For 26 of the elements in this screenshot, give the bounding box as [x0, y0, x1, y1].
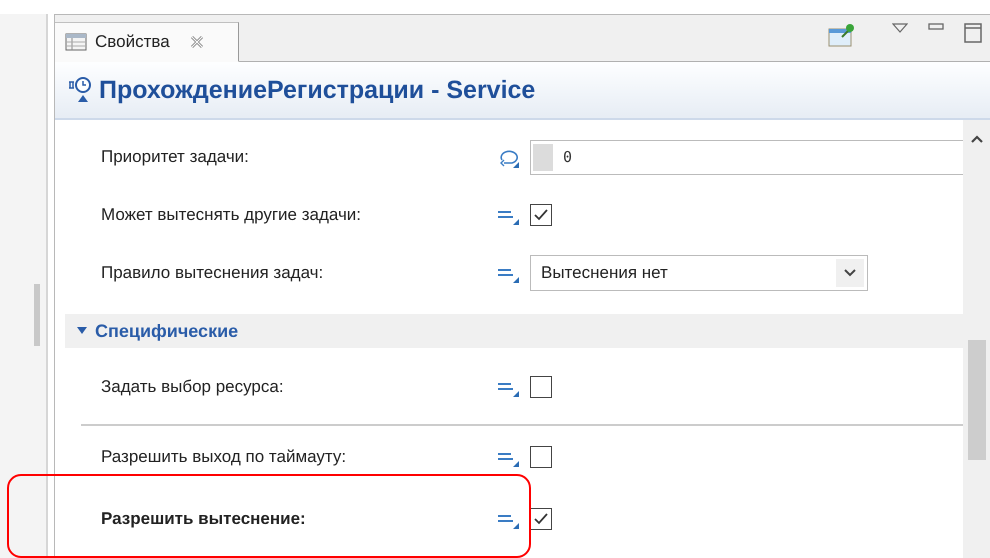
property-label: Задать выбор ресурса:: [100, 377, 285, 397]
property-label: Приоритет задачи:: [100, 147, 250, 167]
scrollbar-thumb[interactable]: [34, 284, 40, 346]
table-icon: [65, 33, 87, 51]
view-menu-icon[interactable]: [892, 23, 908, 33]
checkbox[interactable]: [530, 376, 552, 398]
property-label: Разрешить выход по таймауту:: [100, 447, 348, 467]
checkbox[interactable]: [530, 204, 552, 226]
close-icon[interactable]: [190, 35, 204, 49]
section-header[interactable]: Специфические: [65, 314, 963, 348]
panel-title: ПрохождениеРегистрации - Service: [99, 76, 536, 104]
scrollbar-thumb[interactable]: [968, 340, 986, 460]
property-label: Разрешить вытеснение:: [100, 509, 307, 529]
service-task-icon: [67, 76, 93, 104]
checkbox[interactable]: [530, 446, 552, 468]
scroll-up-icon[interactable]: [970, 134, 984, 144]
properties-tab[interactable]: Свойства: [55, 22, 239, 62]
dropdown[interactable]: Вытеснения нет: [530, 255, 868, 291]
minimize-icon[interactable]: [928, 23, 944, 31]
property-label: Правило вытеснения задач:: [100, 263, 324, 283]
triangle-icon: [77, 327, 87, 335]
property-label: Может вытеснять другие задачи:: [100, 205, 362, 225]
maximize-icon[interactable]: [964, 23, 982, 43]
checkbox[interactable]: [530, 508, 552, 530]
input-field[interactable]: 0: [530, 140, 963, 174]
chevron-down-icon: [844, 269, 856, 277]
